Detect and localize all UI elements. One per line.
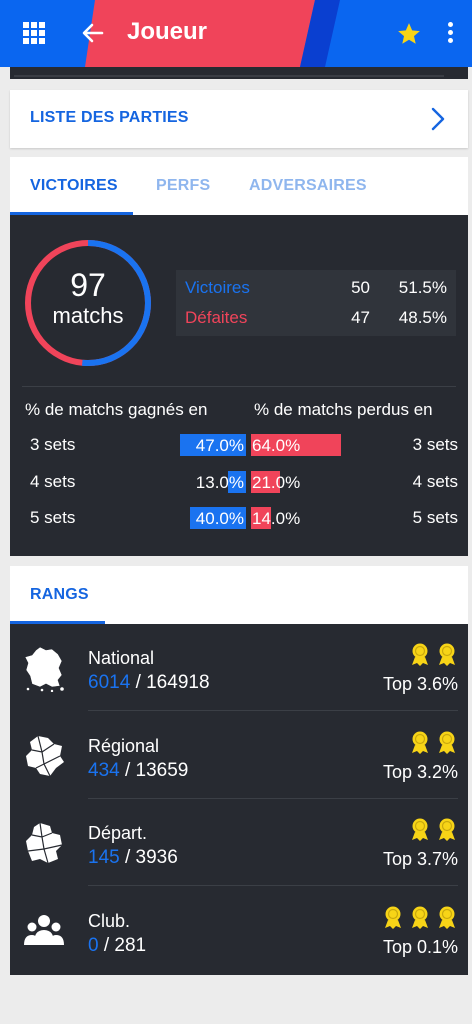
won-by-sets-heading: % de matchs gagnés en bbox=[25, 400, 208, 419]
games-list-link[interactable]: LISTE DES PARTIES bbox=[10, 90, 468, 148]
set-row-5: 5 sets 40.0% 14.0% 5 sets bbox=[10, 506, 468, 530]
rank-values: 145 / 3936 bbox=[88, 847, 178, 869]
total-matches-count: 97 bbox=[70, 267, 106, 303]
losses-count: 47 bbox=[351, 308, 370, 327]
rank-total: / 164918 bbox=[135, 672, 210, 693]
medal-icon bbox=[439, 818, 455, 841]
lost-pct: 21.0% bbox=[252, 473, 301, 492]
rank-position: 0 bbox=[88, 934, 99, 956]
medal-icon bbox=[385, 906, 401, 929]
losses-pct: 48.5% bbox=[398, 308, 447, 327]
back-arrow-icon[interactable] bbox=[80, 20, 106, 46]
rank-values: 6014 / 164918 bbox=[88, 672, 210, 694]
set-count-label: 3 sets bbox=[30, 435, 76, 454]
rank-row-1: National 6014 / 164918 Top 3.6% bbox=[10, 624, 468, 711]
rank-values: 434 / 13659 bbox=[88, 760, 188, 782]
lost-pct: 64.0% bbox=[252, 436, 301, 455]
rank-row-4: Club. 0 / 281 Top 0.1% bbox=[10, 887, 468, 974]
tab-rangs[interactable]: RANGS bbox=[30, 586, 89, 604]
rank-top-percent: Top 0.1% bbox=[382, 936, 458, 957]
rank-scope-label: Club. bbox=[88, 910, 131, 931]
france-map-icon bbox=[22, 644, 66, 693]
stats-divider bbox=[22, 386, 456, 387]
rank-position: 145 bbox=[88, 847, 120, 868]
rank-position: 434 bbox=[88, 759, 120, 781]
won-pct: 47.0% bbox=[195, 436, 244, 455]
rank-total: / 13659 bbox=[124, 759, 189, 781]
medals-group bbox=[409, 642, 458, 666]
medal-icon bbox=[439, 643, 455, 666]
stats-tabs: VICTOIRES PERFS ADVERSAIRES bbox=[10, 157, 468, 215]
medal-icon bbox=[412, 731, 428, 754]
rank-total: / 281 bbox=[103, 934, 147, 956]
rank-scope-label: National bbox=[88, 648, 155, 668]
ranks-tabs: RANGS bbox=[10, 566, 468, 624]
win-loss-summary: Victoires 50 51.5% Défaites 47 48.5% bbox=[176, 270, 456, 336]
lost-by-sets-heading: % de matchs perdus en bbox=[254, 400, 433, 419]
medals-group bbox=[382, 905, 458, 929]
previous-card-divider bbox=[14, 75, 444, 77]
wins-row: Victoires 50 51.5% bbox=[176, 278, 456, 308]
set-row-4: 4 sets 13.0% 21.0% 4 sets bbox=[10, 470, 468, 494]
set-count-label: 5 sets bbox=[30, 508, 76, 527]
tab-victoires[interactable]: VICTOIRES bbox=[30, 177, 118, 195]
region-map-icon bbox=[22, 732, 66, 780]
rank-total: / 3936 bbox=[124, 847, 178, 868]
won-pct: 13.0% bbox=[195, 473, 244, 492]
rank-values: 0 / 281 bbox=[88, 935, 146, 957]
tab-perfs[interactable]: PERFS bbox=[156, 177, 210, 195]
ranks-panel: National 6014 / 164918 Top 3.6% Régional 434… bbox=[10, 624, 468, 975]
set-count-label: 3 sets bbox=[412, 435, 458, 454]
medal-icon bbox=[439, 731, 455, 754]
rank-scope-label: Départ. bbox=[88, 823, 148, 843]
victories-panel: 97 matchs Victoires 50 51.5% Défaites 47… bbox=[10, 215, 468, 556]
star-icon[interactable] bbox=[396, 21, 422, 47]
rank-top-percent: Top 3.6% bbox=[382, 674, 458, 694]
rank-scope-label: Régional bbox=[88, 735, 160, 756]
wins-label: Victoires bbox=[185, 278, 250, 297]
rank-row-3: Départ. 145 / 3936 Top 3.7% bbox=[10, 799, 468, 886]
medal-icon bbox=[412, 643, 428, 666]
rank-position: 6014 bbox=[88, 672, 131, 693]
more-vert-icon[interactable] bbox=[446, 22, 454, 46]
rank-row-2: Régional 434 / 13659 Top 3.2% bbox=[10, 712, 468, 799]
medal-icon bbox=[412, 906, 428, 929]
rank-top-percent: Top 3.7% bbox=[382, 849, 458, 869]
losses-row: Défaites 47 48.5% bbox=[176, 308, 456, 338]
grid-menu-icon[interactable] bbox=[23, 22, 45, 44]
medal-icon bbox=[412, 818, 428, 841]
rank-top-percent: Top 3.2% bbox=[382, 761, 458, 782]
losses-label: Défaites bbox=[185, 308, 248, 327]
department-map-icon bbox=[22, 819, 66, 867]
lost-pct: 14.0% bbox=[252, 509, 301, 528]
medals-group bbox=[409, 817, 458, 841]
tab-adversaires[interactable]: ADVERSAIRES bbox=[249, 177, 367, 195]
set-count-label: 5 sets bbox=[412, 508, 458, 527]
previous-card-edge bbox=[10, 67, 468, 79]
medal-icon bbox=[439, 906, 455, 929]
set-count-label: 4 sets bbox=[412, 472, 458, 491]
app-bar: Joueur bbox=[0, 0, 472, 67]
chevron-right-icon bbox=[431, 107, 445, 131]
set-count-label: 4 sets bbox=[30, 472, 76, 491]
club-people-icon bbox=[22, 907, 66, 955]
medals-group bbox=[409, 730, 458, 754]
wins-count: 50 bbox=[351, 278, 370, 297]
games-list-label: LISTE DES PARTIES bbox=[30, 109, 189, 126]
page-title: Joueur bbox=[127, 18, 208, 45]
set-row-3: 3 sets 47.0% 64.0% 3 sets bbox=[10, 433, 468, 457]
wins-pct: 51.5% bbox=[398, 278, 447, 297]
total-matches-label: matchs bbox=[52, 303, 124, 328]
won-pct: 40.0% bbox=[195, 509, 244, 528]
